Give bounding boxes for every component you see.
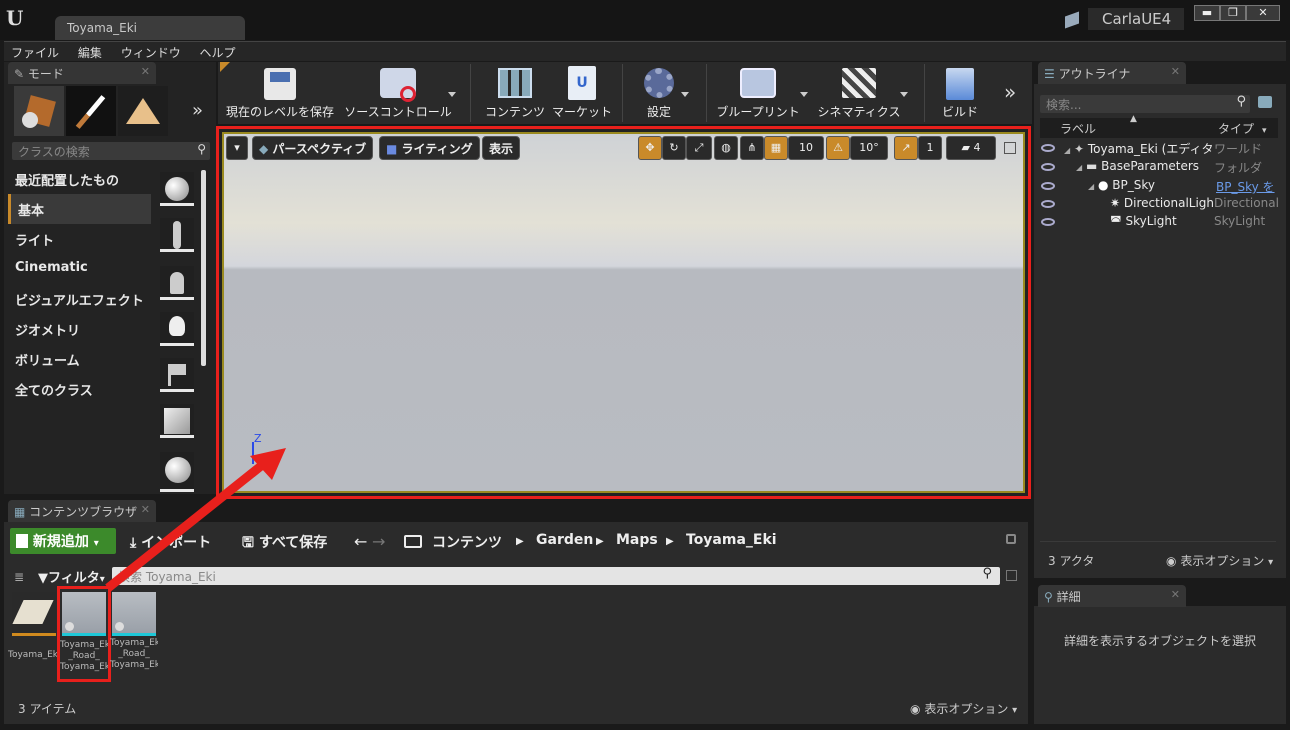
outliner-row-type: ワールド: [1214, 140, 1263, 157]
outliner-row-directional-light[interactable]: ✷ DirectionalLigh DirectionalL: [1110, 196, 1278, 214]
search-icon: ⚲: [1236, 94, 1246, 109]
folder-icon: ▬: [1085, 159, 1098, 173]
outliner-row-type: DirectionalL: [1214, 196, 1278, 210]
outliner-search-input[interactable]: 検索... ⚲: [1040, 94, 1250, 113]
visibility-eye-icon[interactable]: [1041, 200, 1055, 208]
outliner-row-label: SkyLight: [1125, 214, 1177, 228]
outliner-row-type[interactable]: BP_Sky を: [1216, 178, 1278, 195]
details-search-icon: ⚲: [1044, 590, 1053, 604]
outliner-row-label: BP_Sky: [1112, 178, 1156, 192]
outliner-view-options-button[interactable]: ◉ 表示オプション ▾: [1166, 552, 1273, 569]
sun-icon: ✷: [1110, 196, 1121, 210]
outliner-tab[interactable]: ☰ アウトライナ ✕: [1038, 62, 1186, 84]
outliner-row-label: DirectionalLigh: [1123, 196, 1215, 210]
outliner-view-options-label: 表示オプション: [1180, 554, 1265, 568]
details-panel: [1034, 606, 1286, 724]
outliner-row-bp-sky[interactable]: ◢ ● BP_Sky BP_Sky を: [1088, 178, 1278, 196]
outliner-col-label[interactable]: ラベル: [1060, 120, 1096, 137]
column-dropdown-icon[interactable]: ▾: [1262, 126, 1267, 136]
outliner-col-type[interactable]: タイプ: [1218, 120, 1254, 137]
eye-icon: ◉: [1166, 554, 1177, 568]
outliner-row-type: SkyLight: [1214, 214, 1266, 228]
outliner-row-world[interactable]: ◢ ✦ Toyama_Eki (エディタ) ワールド: [1064, 140, 1278, 158]
visibility-eye-icon[interactable]: [1041, 144, 1055, 152]
visibility-eye-icon[interactable]: [1041, 218, 1055, 226]
outliner-footer-divider: [1040, 541, 1276, 542]
expand-arrow-icon: ◢: [1088, 182, 1095, 191]
visibility-eye-icon[interactable]: [1041, 182, 1055, 190]
chevron-down-icon: ▾: [1268, 557, 1274, 568]
visibility-eye-icon[interactable]: [1041, 163, 1055, 171]
add-folder-icon[interactable]: [1258, 96, 1272, 108]
outliner-search-placeholder: 検索...: [1046, 98, 1082, 112]
outliner-row-label: BaseParameters: [1101, 159, 1200, 173]
outliner-row-type: フォルダ: [1214, 161, 1263, 175]
outliner-row-skylight[interactable]: ◚ SkyLight SkyLight: [1110, 214, 1278, 232]
outliner-row-label: Toyama_Eki (エディタ): [1087, 142, 1219, 156]
details-empty-message: 詳細を表示するオブジェクトを選択: [1063, 634, 1256, 648]
sphere-icon: ●: [1097, 178, 1109, 192]
outliner-row-folder[interactable]: ◢ ▬ BaseParameters フォルダ: [1076, 159, 1278, 177]
outliner-tab-label: アウトライナ: [1058, 67, 1131, 81]
world-icon: ✦: [1073, 142, 1085, 156]
details-tab-label: 詳細: [1056, 590, 1081, 604]
expand-arrow-icon: ◢: [1064, 146, 1071, 155]
sort-ascending-icon: ▲: [1130, 114, 1137, 124]
close-icon[interactable]: ✕: [1171, 588, 1180, 601]
actor-count: 3 アクタ: [1048, 554, 1095, 568]
skylight-icon: ◚: [1110, 214, 1122, 228]
outliner-icon: ☰: [1044, 67, 1055, 81]
details-tab[interactable]: ⚲ 詳細 ✕: [1038, 585, 1186, 607]
close-icon[interactable]: ✕: [1171, 65, 1180, 78]
expand-arrow-icon: ◢: [1076, 163, 1083, 172]
